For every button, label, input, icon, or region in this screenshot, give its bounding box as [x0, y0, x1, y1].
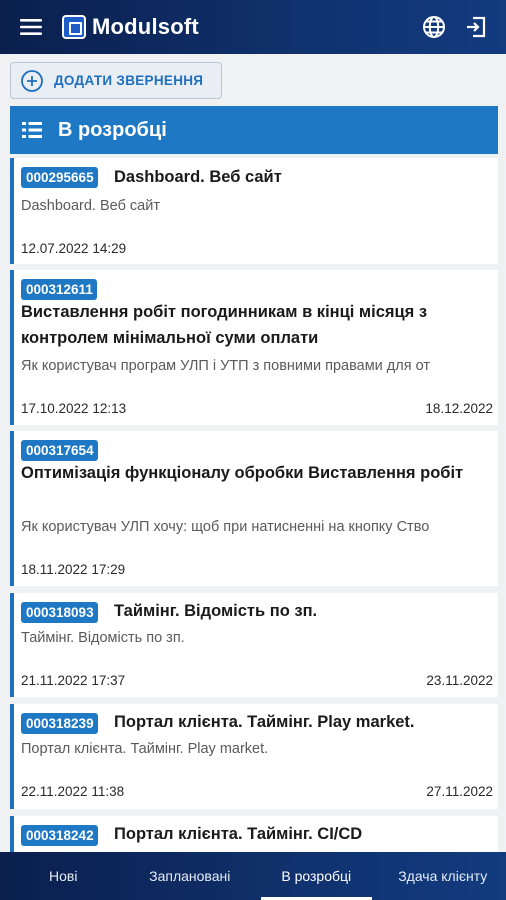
request-created-date: 18.11.2022 17:29: [21, 562, 126, 577]
request-id-badge[interactable]: 000295665: [21, 167, 98, 188]
request-description: Dashboard. Веб сайт: [21, 198, 160, 214]
request-card[interactable]: 000318242 Портал клієнта. Таймінг. CI/CD: [10, 816, 498, 856]
request-created-date: 22.11.2022 11:38: [21, 784, 125, 799]
request-created-date: 17.10.2022 12:13: [21, 401, 127, 416]
app-name: Modulsoft: [92, 14, 199, 39]
request-title: Оптимізація функціоналу обробки Виставле…: [21, 464, 464, 482]
request-description: Як користувач програм УЛП і УТП з повним…: [21, 358, 430, 374]
request-title: Виставлення робіт погодинникам в кінці м…: [21, 303, 428, 347]
section-header: В розробці: [10, 106, 498, 154]
bottom-tab-bar: Нові Заплановані В розробці Здача клієнт…: [0, 852, 506, 900]
modulsoft-logo-icon: [62, 15, 86, 39]
plus-circle-icon: [21, 69, 43, 92]
logout-icon[interactable]: [462, 13, 490, 41]
request-title: Портал клієнта. Таймінг. CI/CD: [114, 825, 363, 843]
add-request-button[interactable]: ДОДАТИ ЗВЕРНЕННЯ: [10, 62, 222, 99]
request-created-date: 21.11.2022 17:37: [21, 673, 126, 688]
app-logo: Modulsoft: [62, 14, 199, 40]
request-title: Портал клієнта. Таймінг. Play market.: [114, 713, 415, 731]
request-id-badge[interactable]: 000318239: [21, 713, 98, 734]
request-card[interactable]: 000295665 Dashboard. Веб сайт Dashboard.…: [10, 158, 498, 264]
list-icon: [22, 122, 42, 138]
request-card[interactable]: 000317654 Оптимізація функціоналу обробк…: [10, 431, 498, 586]
request-title: Таймінг. Відомість по зп.: [114, 602, 318, 620]
request-due-date: 18.12.2022: [425, 401, 493, 416]
tab-new[interactable]: Нові: [0, 852, 127, 900]
hamburger-menu-icon[interactable]: [0, 0, 62, 54]
request-card[interactable]: 000318093 Таймінг. Відомість по зп. Тайм…: [10, 593, 498, 697]
request-id-badge[interactable]: 000318093: [21, 602, 98, 623]
section-title: В розробці: [58, 118, 167, 141]
request-due-date: 27.11.2022: [426, 784, 493, 799]
request-description: Як користувач УЛП хочу: щоб при натиснен…: [21, 519, 430, 535]
request-description: Таймінг. Відомість по зп.: [21, 630, 185, 646]
request-id-badge[interactable]: 000317654: [21, 440, 98, 461]
top-app-bar: Modulsoft: [0, 0, 506, 54]
tab-client-handover[interactable]: Здача клієнту: [380, 852, 506, 900]
request-id-badge[interactable]: 000318242: [21, 825, 98, 846]
globe-icon[interactable]: [420, 13, 448, 41]
request-description: Портал клієнта. Таймінг. Play market.: [21, 741, 269, 757]
request-title: Dashboard. Веб сайт: [114, 168, 282, 186]
request-id-badge[interactable]: 000312611: [21, 279, 97, 300]
request-card[interactable]: 000312611 Виставлення робіт погодинникам…: [10, 270, 498, 425]
tab-planned[interactable]: Заплановані: [127, 852, 254, 900]
request-created-date: 12.07.2022 14:29: [21, 241, 127, 256]
tab-in-development[interactable]: В розробці: [253, 852, 380, 900]
add-request-label: ДОДАТИ ЗВЕРНЕННЯ: [54, 73, 204, 88]
request-due-date: 23.11.2022: [426, 673, 493, 688]
request-card[interactable]: 000318239 Портал клієнта. Таймінг. Play …: [10, 704, 498, 809]
